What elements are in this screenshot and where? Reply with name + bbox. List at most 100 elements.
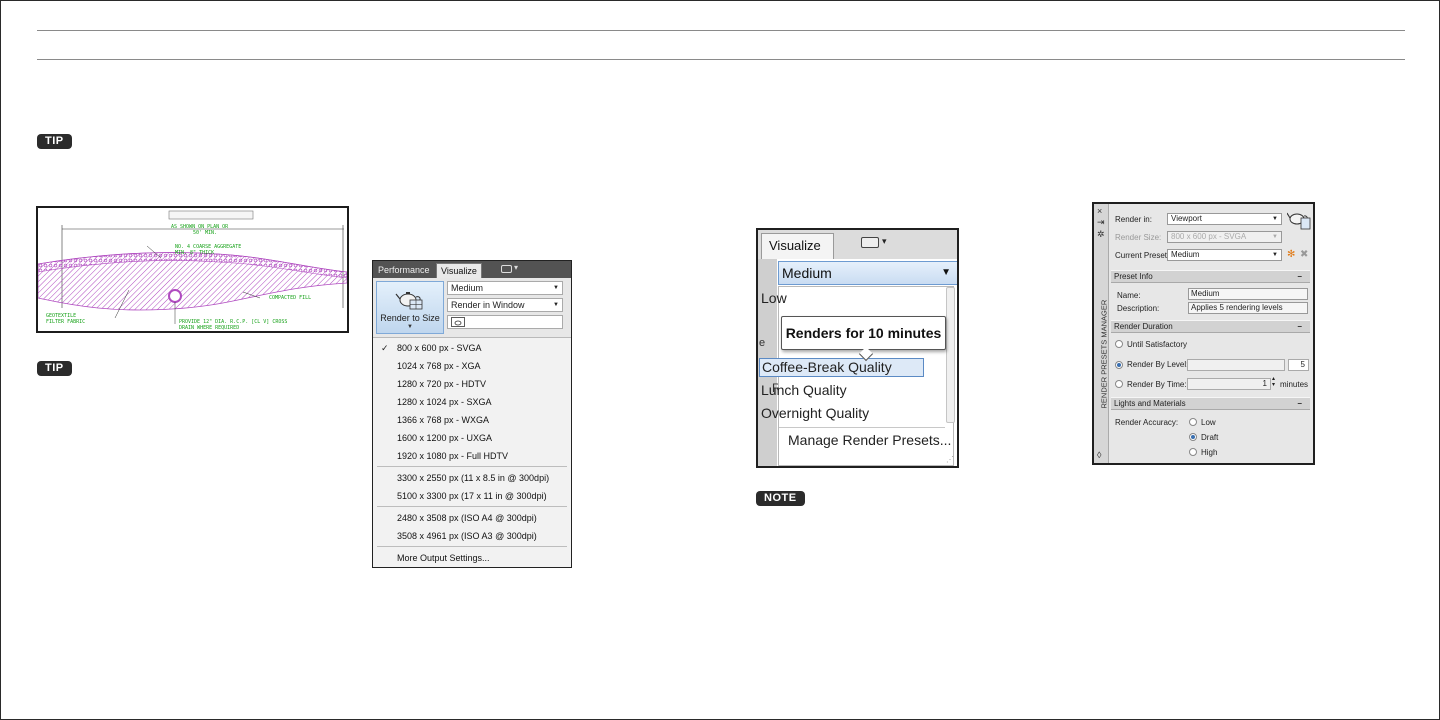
- obscured-text: e: [759, 337, 766, 349]
- accuracy-low-label: Low: [1201, 418, 1216, 427]
- time-spinner-icon[interactable]: ▴ ▾: [1272, 376, 1275, 388]
- autohide-icon[interactable]: ⇥: [1097, 217, 1105, 228]
- delete-preset-icon[interactable]: ✖: [1300, 249, 1308, 260]
- ribbon-tab-bar: Visualize ▾: [758, 230, 957, 259]
- create-preset-icon[interactable]: ✻: [1287, 249, 1295, 260]
- render-by-time-radio[interactable]: [1115, 380, 1123, 388]
- tab-visualize[interactable]: Visualize: [761, 233, 834, 259]
- render-size-select: 800 x 600 px - SVGA ▼: [1167, 231, 1282, 243]
- section-render-duration[interactable]: Render Duration –: [1111, 320, 1310, 333]
- chevron-down-icon: ▼: [1272, 234, 1278, 240]
- menu-item-size[interactable]: 1600 x 1200 px - UXGA: [397, 433, 492, 443]
- render-in-label: Render in:: [1115, 215, 1152, 224]
- menu-item-size[interactable]: 1280 x 720 px - HDTV: [397, 379, 486, 389]
- properties-icon[interactable]: ✲: [1097, 229, 1105, 240]
- cad-label-fill: COMPACTED FILL: [269, 295, 311, 301]
- render-teapot-icon[interactable]: [1287, 208, 1311, 230]
- collapse-icon[interactable]: –: [1298, 398, 1302, 409]
- palette-corner-icon: ◊: [1097, 450, 1102, 460]
- level-slider[interactable]: [1187, 359, 1285, 371]
- resize-grip-icon[interactable]: ⋰: [946, 455, 954, 464]
- current-preset-label: Current Preset:: [1115, 251, 1170, 260]
- render-preset-dropdown-figure: Visualize ▾ e R Medium ▼ Low Coffee-Break…: [756, 228, 959, 468]
- menu-item-size[interactable]: 1920 x 1080 px - Full HDTV: [397, 451, 508, 461]
- menu-item-size[interactable]: 800 x 600 px - SVGA: [397, 343, 482, 353]
- menu-item-size[interactable]: 3300 x 2550 px (11 x 8.5 in @ 300dpi): [397, 473, 549, 483]
- section-preset-info[interactable]: Preset Info –: [1111, 270, 1310, 283]
- header-rule-bottom: [37, 59, 1405, 60]
- tab-visualize[interactable]: Visualize: [436, 263, 482, 278]
- chevron-down-icon: ▼: [941, 267, 951, 278]
- menu-item-size[interactable]: 1280 x 1024 px - SXGA: [397, 397, 492, 407]
- menu-item-size[interactable]: 3508 x 4961 px (ISO A3 @ 300dpi): [397, 531, 537, 541]
- list-separator: [779, 427, 945, 428]
- accuracy-high-radio[interactable]: [1189, 448, 1197, 456]
- tab-performance[interactable]: Performance: [374, 263, 434, 278]
- preset-option-coffee-break[interactable]: Coffee-Break Quality: [759, 358, 924, 377]
- render-to-size-panel: Performance Visualize ▾ Render to Size ▼…: [372, 260, 572, 568]
- render-panel: Render to Size ▼ Medium ▼ Render in Windo…: [373, 278, 571, 338]
- until-satisfactory-radio[interactable]: [1115, 340, 1123, 348]
- tip-badge: TIP: [37, 361, 72, 376]
- section-lights-materials[interactable]: Lights and Materials –: [1111, 397, 1310, 410]
- preset-tooltip: Renders for 10 minutes: [781, 316, 946, 350]
- chevron-down-icon: ▼: [553, 302, 559, 308]
- preset-option-overnight[interactable]: Overnight Quality: [761, 405, 869, 421]
- render-to-size-button[interactable]: Render to Size ▼: [376, 281, 444, 334]
- header-rule-top: [37, 30, 1405, 31]
- preset-name-field[interactable]: Medium: [1188, 288, 1308, 300]
- palette-title: RENDER PRESETS MANAGER: [1099, 299, 1109, 409]
- menu-separator: [377, 506, 567, 507]
- drain-pipe: [168, 289, 182, 303]
- chevron-down-icon: ▼: [407, 324, 413, 330]
- teapot-icon: [395, 292, 423, 310]
- render-preset-select[interactable]: Medium ▼: [447, 281, 563, 295]
- preset-option-low[interactable]: Low: [761, 290, 787, 306]
- menu-item-size[interactable]: 5100 x 3300 px (17 x 11 in @ 300dpi): [397, 491, 547, 501]
- preset-description-field[interactable]: Applies 5 rendering levels: [1188, 302, 1308, 314]
- cad-drawing-figure: AS SHOWN ON PLAN OR 50' MIN. NO. 4 COARS…: [36, 206, 349, 333]
- current-preset-select[interactable]: Medium ▼: [1167, 249, 1282, 261]
- render-by-level-radio[interactable]: [1115, 361, 1123, 369]
- palette-title-strip: × ⇥ ✲ RENDER PRESETS MANAGER ◊: [1094, 204, 1109, 463]
- ribbon-tab-bar: Performance Visualize ▾: [373, 261, 571, 278]
- render-preset-select[interactable]: Medium ▼: [778, 261, 957, 285]
- render-tool-slot[interactable]: [447, 315, 563, 329]
- menu-separator: [377, 466, 567, 467]
- name-label: Name:: [1117, 291, 1141, 300]
- accuracy-draft-radio[interactable]: [1189, 433, 1197, 441]
- level-value[interactable]: 5: [1288, 359, 1309, 371]
- minutes-label: minutes: [1280, 380, 1309, 389]
- close-icon[interactable]: ×: [1097, 206, 1102, 216]
- render-by-time-label: Render By Time:: [1127, 380, 1187, 389]
- list-scrollbar[interactable]: [946, 287, 955, 423]
- tip-badge: TIP: [37, 134, 72, 149]
- checkmark-icon: ✓: [381, 343, 389, 353]
- menu-item-size[interactable]: 2480 x 3508 px (ISO A4 @ 300dpi): [397, 513, 537, 523]
- render-size-label: Render Size:: [1115, 233, 1162, 242]
- collapse-icon[interactable]: –: [1298, 271, 1302, 282]
- menu-separator: [377, 546, 567, 547]
- panel-toggle-icon[interactable]: [501, 265, 512, 273]
- menu-item-size[interactable]: 1366 x 768 px - WXGA: [397, 415, 489, 425]
- cad-label-drain: DRAIN WHERE REQUIRED: [179, 325, 239, 331]
- chevron-down-icon: ▼: [1272, 216, 1278, 222]
- preset-option-lunch[interactable]: Lunch Quality: [761, 382, 847, 398]
- render-location-select[interactable]: Render in Window ▼: [447, 298, 563, 312]
- time-value[interactable]: 1: [1187, 378, 1271, 390]
- render-presets-manager-palette: × ⇥ ✲ RENDER PRESETS MANAGER ◊ Render in…: [1092, 202, 1315, 465]
- cad-section-drawing: AS SHOWN ON PLAN OR 50' MIN. NO. 4 COARS…: [38, 210, 347, 331]
- render-by-level-label: Render By Level:: [1127, 360, 1189, 369]
- accuracy-draft-label: Draft: [1201, 433, 1219, 442]
- menu-item-size[interactable]: 1024 x 768 px - XGA: [397, 361, 481, 371]
- manage-render-presets[interactable]: Manage Render Presets...: [788, 432, 951, 448]
- chevron-down-icon[interactable]: ▾: [882, 236, 887, 247]
- render-in-select[interactable]: Viewport ▼: [1167, 213, 1282, 225]
- panel-toggle-icon[interactable]: [861, 237, 879, 248]
- cad-label-aggregate: MIN. 8" THICK: [175, 250, 214, 256]
- chevron-down-icon[interactable]: ▾: [514, 263, 518, 272]
- collapse-icon[interactable]: –: [1298, 321, 1302, 332]
- until-satisfactory-label: Until Satisfactory: [1127, 340, 1188, 349]
- more-output-settings[interactable]: More Output Settings...: [397, 553, 490, 563]
- accuracy-low-radio[interactable]: [1189, 418, 1197, 426]
